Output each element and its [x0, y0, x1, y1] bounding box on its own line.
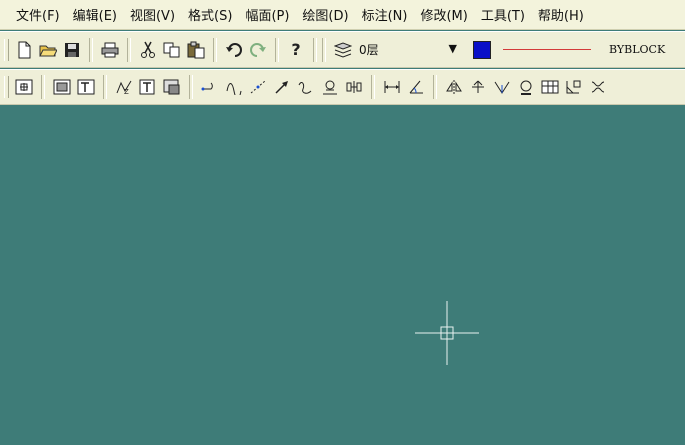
svg-text:Z: Z [124, 88, 129, 95]
menu-format[interactable]: 格式(S) [188, 5, 232, 24]
help-icon[interactable]: ? [285, 39, 307, 61]
print-icon[interactable] [99, 39, 121, 61]
construct-icon[interactable] [247, 76, 269, 98]
zoom-all-icon[interactable] [51, 76, 73, 98]
explode-icon[interactable] [515, 76, 537, 98]
toolbar-grip[interactable] [4, 38, 9, 61]
standard-toolbar: ? 0层 ▼ BYBLOCK [0, 31, 685, 68]
toolbar-separator [103, 75, 107, 99]
toolbar-separator [127, 37, 131, 62]
arc-icon[interactable] [223, 76, 245, 98]
toolbar-separator [313, 37, 317, 62]
menu-help[interactable]: 帮助(H) [538, 5, 584, 24]
toolbar-separator [189, 75, 193, 99]
redo-icon[interactable] [247, 39, 269, 61]
layer-dropdown[interactable]: 0层 ▼ [333, 40, 463, 60]
hatch-icon[interactable] [319, 76, 341, 98]
toolbar-separator [89, 37, 93, 62]
menu-bar: 文件(F) 编辑(E) 视图(V) 格式(S) 幅面(P) 绘图(D) 标注(N… [0, 0, 685, 30]
open-icon[interactable] [37, 39, 59, 61]
text-icon[interactable] [75, 76, 97, 98]
paste-icon[interactable] [185, 39, 207, 61]
drawing-canvas[interactable] [0, 106, 685, 445]
copy-icon[interactable] [161, 39, 183, 61]
toolbar-separator [213, 37, 217, 62]
menu-sheet[interactable]: 幅面(P) [245, 5, 289, 24]
drawing-toolbar: Z [0, 69, 685, 105]
layer-manager-icon[interactable] [333, 41, 353, 59]
symbol-icon[interactable] [343, 76, 365, 98]
layer-name: 0层 [359, 43, 379, 57]
undo-icon[interactable] [223, 39, 245, 61]
menu-edit[interactable]: 编辑(E) [73, 5, 117, 24]
spline-icon[interactable] [295, 76, 317, 98]
menu-draw[interactable]: 绘图(D) [302, 5, 348, 24]
toolbar-separator [433, 75, 437, 99]
crosshair-cursor-icon [415, 301, 479, 365]
color-picker[interactable] [473, 40, 491, 59]
polyline-icon[interactable]: Z [113, 76, 135, 98]
zoom-window-icon[interactable] [13, 76, 35, 98]
menu-file[interactable]: 文件(F) [16, 5, 60, 24]
dimension-icon[interactable] [381, 76, 403, 98]
linetype-label[interactable]: BYBLOCK [609, 43, 665, 56]
extend-icon[interactable] [491, 76, 513, 98]
cut-icon[interactable] [137, 39, 159, 61]
menu-view[interactable]: 视图(V) [130, 5, 175, 24]
chevron-down-icon[interactable]: ▼ [449, 42, 457, 55]
line-icon[interactable] [199, 76, 221, 98]
linetype-preview[interactable] [503, 49, 591, 50]
save-icon[interactable] [61, 39, 83, 61]
block-icon[interactable] [161, 76, 183, 98]
angle-dimension-icon[interactable] [405, 76, 427, 98]
toolbar-separator [275, 37, 279, 62]
toolbar-grip[interactable] [4, 76, 9, 98]
table-icon[interactable] [539, 76, 561, 98]
trim-icon[interactable] [467, 76, 489, 98]
menu-modify[interactable]: 修改(M) [420, 5, 467, 24]
mirror-icon[interactable] [443, 76, 465, 98]
chamfer-icon[interactable] [563, 76, 585, 98]
menu-tools[interactable]: 工具(T) [481, 5, 525, 24]
break-icon[interactable] [587, 76, 609, 98]
toolbar-separator [322, 37, 326, 62]
new-icon[interactable] [13, 39, 35, 61]
toolbar-separator [41, 75, 45, 99]
arrow-icon[interactable] [271, 76, 293, 98]
toolbar-separator [371, 75, 375, 99]
text-insert-icon[interactable] [137, 76, 159, 98]
menu-dimension[interactable]: 标注(N) [362, 5, 408, 24]
